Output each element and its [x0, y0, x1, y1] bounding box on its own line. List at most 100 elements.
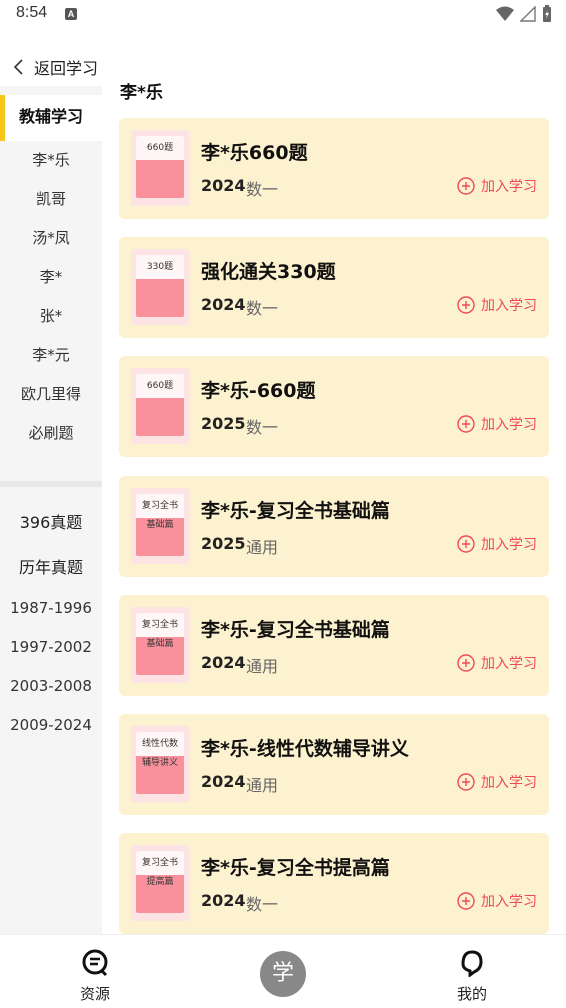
cover-label: 线性代数 — [141, 739, 178, 749]
book-card[interactable]: 复习全书 基础篇 李*乐-复习全书基础篇 2024 通用 加入学习 — [119, 595, 549, 696]
book-title: 强化通关330题 — [201, 261, 336, 283]
book-card[interactable]: 复习全书 提高篇 李*乐-复习全书提高篇 2024 数一 加入学习 — [119, 833, 549, 934]
status-bar: 8:54 A — [0, 0, 566, 30]
cover-sublabel: 基础篇 — [146, 520, 174, 530]
book-year: 2024 — [201, 891, 246, 910]
plus-circle-icon — [457, 415, 475, 433]
book-subject: 通用 — [246, 538, 279, 557]
signal-icon — [520, 6, 536, 22]
resources-icon — [82, 949, 108, 977]
sidebar-item-author[interactable]: 必刷题 — [0, 422, 102, 443]
book-cover: 线性代数 辅导讲义 — [131, 726, 189, 802]
back-button[interactable]: 返回学习 — [12, 54, 98, 80]
book-cover: 330题 — [131, 249, 189, 325]
nav-resources-label: 资源 — [79, 985, 110, 1003]
cover-label: 330题 — [146, 262, 174, 272]
join-study-label: 加入学习 — [481, 894, 537, 910]
book-title: 李*乐-660题 — [201, 380, 316, 402]
plus-circle-icon — [457, 535, 475, 553]
plus-circle-icon — [457, 177, 475, 195]
sidebar-item-year-range[interactable]: 2009-2024 — [0, 716, 102, 734]
book-subject: 数一 — [246, 180, 279, 199]
book-title: 李*乐-复习全书基础篇 — [201, 500, 390, 522]
sidebar-item-year-range[interactable]: 1987-1996 — [0, 599, 102, 617]
book-year: 2024 — [201, 295, 246, 314]
book-year: 2025 — [201, 534, 246, 553]
nav-mine[interactable]: 我的 — [432, 949, 512, 1004]
book-year: 2024 — [201, 176, 246, 195]
status-time: 8:54 — [16, 4, 48, 21]
plus-circle-icon — [457, 654, 475, 672]
sidebar-item-year-range[interactable]: 1997-2002 — [0, 638, 102, 656]
join-study-label: 加入学习 — [481, 298, 537, 314]
join-study-button[interactable]: 加入学习 — [457, 295, 537, 315]
join-study-button[interactable]: 加入学习 — [457, 534, 537, 554]
book-cover: 660题 — [131, 130, 189, 206]
book-title: 李*乐660题 — [201, 142, 308, 164]
book-subject: 通用 — [246, 776, 279, 795]
cover-sublabel: 辅导讲义 — [141, 758, 178, 768]
plus-circle-icon — [457, 296, 475, 314]
wifi-icon — [496, 6, 514, 21]
book-subject: 通用 — [246, 657, 279, 676]
sidebar-item-textbook-study[interactable]: 教辅学习 — [0, 103, 102, 127]
book-title: 李*乐-复习全书提高篇 — [201, 857, 390, 879]
sidebar-item-author[interactable]: 李*元 — [0, 344, 102, 365]
plus-circle-icon — [457, 892, 475, 910]
book-subject: 数一 — [246, 895, 279, 914]
book-cover: 660题 — [131, 368, 189, 444]
join-study-label: 加入学习 — [481, 417, 537, 433]
cover-label: 660题 — [146, 143, 174, 153]
cover-label: 660题 — [146, 381, 174, 391]
book-card[interactable]: 660题 李*乐-660题 2025 数一 加入学习 — [119, 356, 549, 457]
book-year: 2024 — [201, 772, 246, 791]
join-study-label: 加入学习 — [481, 179, 537, 195]
sidebar-item-past-exams[interactable]: 历年真题 — [0, 554, 102, 578]
sidebar-item-author[interactable]: 张* — [0, 305, 102, 326]
profile-icon — [461, 950, 483, 978]
status-icons — [496, 5, 552, 23]
book-cover: 复习全书 基础篇 — [131, 607, 189, 683]
join-study-button[interactable]: 加入学习 — [457, 891, 537, 911]
nav-mine-label: 我的 — [456, 985, 487, 1003]
join-study-button[interactable]: 加入学习 — [457, 414, 537, 434]
plus-circle-icon — [457, 773, 475, 791]
sidebar-item-author[interactable]: 凯哥 — [0, 188, 102, 209]
cover-label: 复习全书 — [141, 501, 178, 511]
book-card[interactable]: 复习全书 基础篇 李*乐-复习全书基础篇 2025 通用 加入学习 — [119, 476, 549, 577]
sidebar-item-author[interactable]: 汤*凤 — [0, 227, 102, 248]
join-study-label: 加入学习 — [481, 656, 537, 672]
cover-label: 复习全书 — [141, 858, 178, 868]
join-study-label: 加入学习 — [481, 537, 537, 553]
sidebar-item-author[interactable]: 李*乐 — [0, 149, 102, 170]
cover-sublabel: 基础篇 — [146, 639, 174, 649]
nav-study[interactable]: 学 — [260, 951, 306, 997]
cover-label: 复习全书 — [141, 620, 178, 630]
book-card[interactable]: 660题 李*乐660题 2024 数一 加入学习 — [119, 118, 549, 219]
book-year: 2025 — [201, 414, 246, 433]
battery-icon — [543, 5, 551, 22]
join-study-button[interactable]: 加入学习 — [457, 653, 537, 673]
join-study-button[interactable]: 加入学习 — [457, 176, 537, 196]
sidebar-item-396-exam[interactable]: 396真题 — [0, 509, 102, 533]
bottom-nav: 资源 学 我的 — [0, 934, 566, 1008]
notification-icon: A — [65, 8, 77, 20]
book-cover: 复习全书 基础篇 — [131, 488, 189, 564]
book-subject: 数一 — [246, 418, 279, 437]
book-title: 李*乐-线性代数辅导讲义 — [201, 738, 409, 760]
sidebar-item-author[interactable]: 李* — [0, 266, 102, 287]
book-year: 2024 — [201, 653, 246, 672]
book-title: 李*乐-复习全书基础篇 — [201, 619, 390, 641]
chevron-left-icon — [13, 59, 23, 75]
book-card[interactable]: 330题 强化通关330题 2024 数一 加入学习 — [119, 237, 549, 338]
section-title: 李*乐 — [120, 83, 163, 103]
back-label: 返回学习 — [34, 59, 99, 78]
book-card[interactable]: 线性代数 辅导讲义 李*乐-线性代数辅导讲义 2024 通用 加入学习 — [119, 714, 549, 815]
cover-sublabel: 提高篇 — [146, 877, 174, 887]
sidebar-item-year-range[interactable]: 2003-2008 — [0, 677, 102, 695]
book-cover: 复习全书 提高篇 — [131, 845, 189, 921]
nav-resources[interactable]: 资源 — [55, 949, 135, 1004]
sidebar-item-author[interactable]: 欧几里得 — [0, 383, 102, 404]
join-study-label: 加入学习 — [481, 775, 537, 791]
join-study-button[interactable]: 加入学习 — [457, 772, 537, 792]
